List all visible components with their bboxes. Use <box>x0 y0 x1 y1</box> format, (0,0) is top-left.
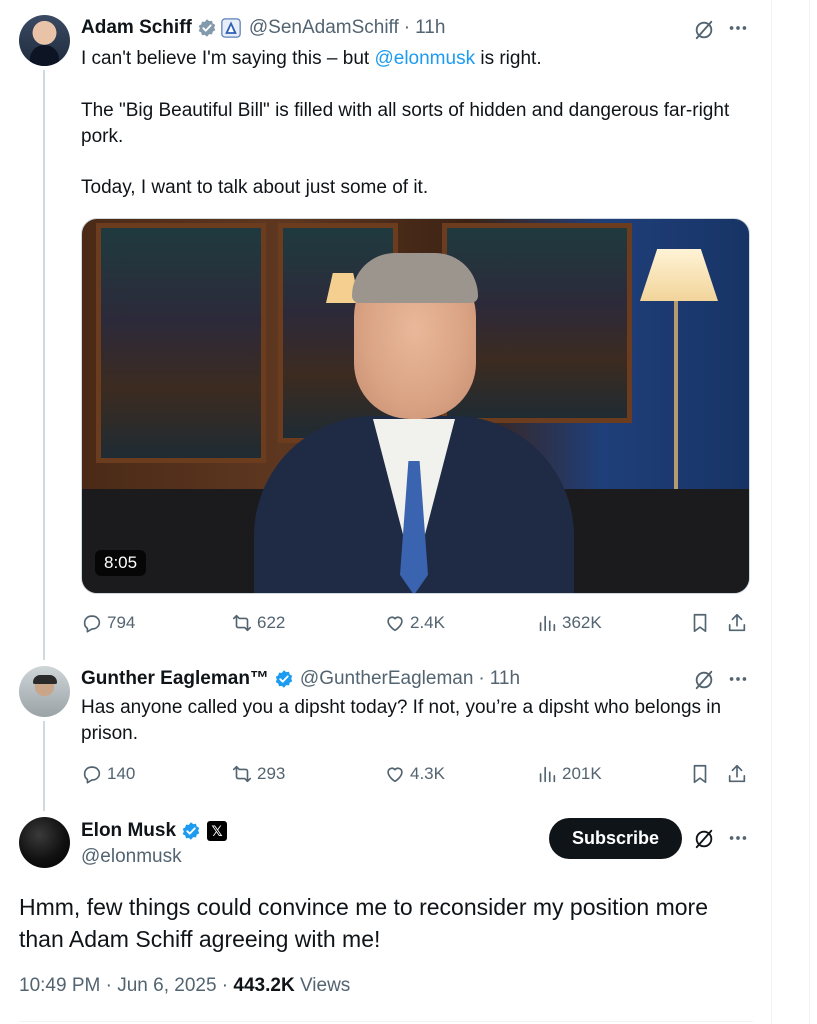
reply-icon <box>83 615 101 633</box>
like-button[interactable]: 4.3K <box>384 763 445 785</box>
more-icon[interactable] <box>727 17 749 39</box>
thread-connector <box>43 721 45 811</box>
tweet-actions: 794 622 2.4K 362K <box>81 612 751 638</box>
share-icon[interactable] <box>726 612 748 634</box>
video-player[interactable]: 8:05 <box>81 218 750 594</box>
government-badge-icon <box>221 18 241 38</box>
avatar-adam-schiff[interactable] <box>19 15 70 66</box>
right-column-edge <box>809 0 817 1024</box>
more-icon[interactable] <box>727 827 749 849</box>
tweet-actions: 140 293 4.3K 201K <box>81 763 751 789</box>
video-scene-lamp <box>640 249 718 301</box>
verified-badge-icon <box>182 822 200 840</box>
like-button[interactable]: 2.4K <box>384 612 445 634</box>
verified-badge-icon <box>198 19 216 37</box>
video-scene-person-hair <box>352 253 478 303</box>
tweet-text-segment: is right. <box>475 48 542 69</box>
tweet-text-segment: I can't believe I'm saying this – but <box>81 48 375 69</box>
tweet-text: I can't believe I'm saying this – but @e… <box>81 46 741 72</box>
views-button[interactable]: 201K <box>536 763 602 785</box>
mention-link[interactable]: @elonmusk <box>374 48 475 69</box>
views-count: 443.2K <box>233 975 295 996</box>
right-column-divider <box>771 0 772 1024</box>
bookmark-icon[interactable] <box>689 763 711 785</box>
author-name[interactable]: Adam Schiff <box>81 17 192 39</box>
post-time[interactable]: 11h <box>415 17 445 39</box>
like-count: 4.3K <box>410 764 445 783</box>
video-scene-bookshelf <box>96 223 266 463</box>
grok-icon[interactable] <box>693 669 715 691</box>
avatar-elon-musk[interactable] <box>19 817 70 868</box>
subscribe-button[interactable]: Subscribe <box>549 818 682 859</box>
tweet-header: Gunther Eagleman™ @GuntherEagleman · 11h <box>81 666 520 692</box>
video-duration: 8:05 <box>95 550 147 576</box>
views-label: Views <box>299 975 351 996</box>
verified-badge-icon <box>275 670 293 688</box>
video-scene-lamp-pole <box>674 301 678 511</box>
tweet-text: Has anyone called you a dipsht today? If… <box>81 697 722 744</box>
main-post-meta: 10:49 PM · Jun 6, 2025 · 443.2K Views <box>19 975 350 997</box>
views-icon <box>539 615 556 632</box>
separator-dot: · <box>221 975 234 996</box>
repost-count: 622 <box>257 613 286 632</box>
tweet-header: Adam Schiff @SenAdamSchiff · 11h <box>81 15 445 41</box>
repost-icon <box>232 765 252 783</box>
divider <box>19 1021 753 1022</box>
reply-count: 794 <box>107 613 136 632</box>
main-post-handle-row: @elonmusk <box>81 845 182 869</box>
main-post-header: Elon Musk 𝕏 <box>81 818 228 844</box>
grok-icon[interactable] <box>693 828 715 850</box>
share-icon[interactable] <box>726 763 748 785</box>
repost-button[interactable]: 622 <box>231 612 285 634</box>
like-icon <box>387 767 403 783</box>
author-name[interactable]: Gunther Eagleman™ <box>81 668 269 690</box>
reply-count: 140 <box>107 764 136 783</box>
grok-icon[interactable] <box>693 19 715 41</box>
thread-connector <box>43 70 45 660</box>
views-icon <box>539 766 556 783</box>
views-button[interactable]: 362K <box>536 612 602 634</box>
bookmark-icon[interactable] <box>689 612 711 634</box>
avatar-gunther-eagleman[interactable] <box>19 666 70 717</box>
author-handle[interactable]: @SenAdamSchiff <box>249 17 399 39</box>
author-handle[interactable]: @elonmusk <box>81 846 182 868</box>
repost-icon <box>232 614 252 632</box>
post-time[interactable]: 11h <box>490 668 520 690</box>
reply-icon <box>83 766 101 784</box>
x-logo-icon: 𝕏 <box>207 821 228 841</box>
like-count: 2.4K <box>410 613 445 632</box>
tweet-paragraph: Today, I want to talk about just some of… <box>81 177 429 198</box>
like-icon <box>387 616 403 632</box>
separator-dot: · <box>478 668 485 689</box>
repost-button[interactable]: 293 <box>231 763 285 785</box>
reply-button[interactable]: 140 <box>81 763 135 785</box>
more-icon[interactable] <box>727 668 749 690</box>
author-handle[interactable]: @GuntherEagleman <box>300 668 474 690</box>
author-name[interactable]: Elon Musk <box>81 820 176 842</box>
post-timestamp[interactable]: 10:49 PM · Jun 6, 2025 <box>19 975 217 996</box>
views-count: 362K <box>562 613 602 632</box>
reply-button[interactable]: 794 <box>81 612 135 634</box>
repost-count: 293 <box>257 764 286 783</box>
main-post-text: Hmm, few things could convince me to rec… <box>19 894 709 952</box>
separator-dot: · <box>403 17 411 38</box>
views-count: 201K <box>562 764 602 783</box>
tweet-paragraph: The "Big Beautiful Bill" is filled with … <box>81 100 730 147</box>
